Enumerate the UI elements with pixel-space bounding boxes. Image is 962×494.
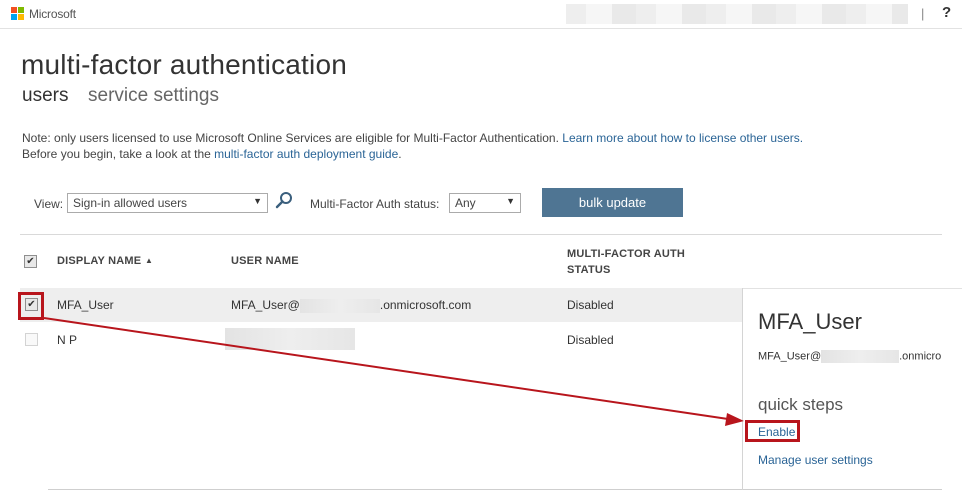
annotation-arrow <box>43 317 744 426</box>
